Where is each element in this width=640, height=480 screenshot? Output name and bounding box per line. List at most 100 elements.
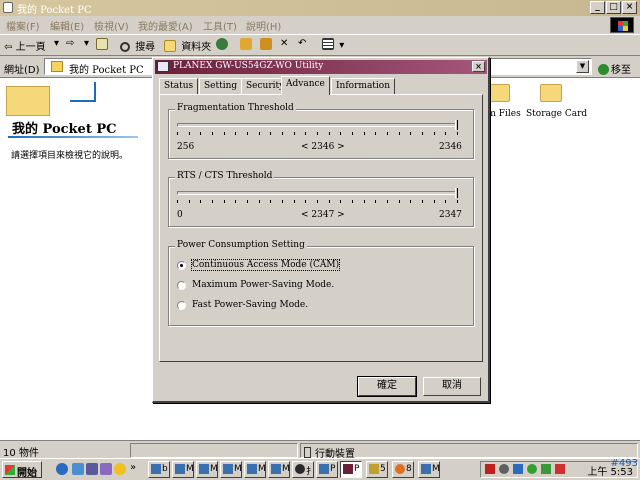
taskbar-item[interactable]: M [172, 461, 194, 478]
folders-icon [164, 40, 176, 52]
app-icon [319, 464, 329, 474]
taskbar-item-active[interactable]: P [340, 461, 362, 478]
taskbar-item[interactable]: 扌 [292, 461, 315, 478]
slider-tick [259, 200, 260, 203]
slider-tick [434, 132, 435, 135]
fragmentation-track[interactable] [177, 123, 457, 127]
slider-tick [375, 132, 376, 135]
slider-tick [177, 200, 178, 203]
window-title: 我的 Pocket PC [17, 5, 92, 16]
network-icon[interactable] [513, 464, 523, 474]
back-dropdown-button[interactable]: ▾ [54, 38, 59, 49]
slider-tick [177, 132, 178, 135]
taskbar-item-label: M [186, 464, 194, 474]
dialog-titlebar[interactable]: PLANEX GW-US54GZ-WO Utility × [155, 60, 487, 74]
address-label: 網址(D) [4, 65, 40, 76]
copy-to-icon [260, 38, 272, 50]
taskbar-item[interactable]: M [418, 461, 440, 478]
slider-tick [235, 132, 236, 135]
radio-max-power-saving-button[interactable] [177, 281, 186, 290]
folders-button[interactable]: 資料夾 [164, 38, 211, 53]
taskbar-item[interactable]: 8 [392, 461, 414, 478]
tab-status[interactable]: Status [159, 78, 199, 94]
media-icon[interactable] [100, 463, 112, 475]
tray-k-icon[interactable] [485, 464, 495, 474]
move-to-button[interactable] [240, 38, 254, 51]
undo-button[interactable]: ↶ [298, 38, 306, 49]
quick-launch-chevron[interactable]: » [130, 462, 136, 473]
taskbar-item[interactable]: P [316, 461, 338, 478]
rts-cts-slider-thumb[interactable] [455, 188, 458, 198]
pocket-pc-icon [51, 61, 63, 72]
slider-tick [457, 132, 458, 135]
outlook-icon[interactable] [72, 463, 84, 475]
menu-help[interactable]: 說明(H) [246, 18, 281, 33]
messenger-icon[interactable] [114, 463, 126, 475]
menu-tools[interactable]: 工具(T) [203, 18, 237, 33]
slider-tick [340, 132, 341, 135]
storage-card-icon[interactable] [540, 84, 562, 102]
toolbar: ⇦ 上一頁 ▾ ⇨ ▾ 搜尋 資料夾 ✕ ↶ ▾ [0, 34, 640, 56]
slider-tick [434, 200, 435, 203]
slider-tick [422, 132, 423, 135]
taskbar-item[interactable]: M [268, 461, 290, 478]
slider-tick [259, 132, 260, 135]
tray-shield-icon[interactable] [555, 464, 565, 474]
slider-tick [387, 200, 388, 203]
window-titlebar[interactable]: 我的 Pocket PC _ □ × [0, 0, 640, 16]
tab-information[interactable]: Information [331, 78, 396, 94]
taskbar-item[interactable]: b [148, 461, 170, 478]
up-folder-button[interactable] [96, 38, 110, 51]
copy-to-button[interactable] [260, 38, 274, 51]
go-button[interactable]: 移至 [598, 61, 631, 76]
title-underline [8, 136, 138, 138]
tab-setting[interactable]: Setting [199, 78, 243, 94]
views-button[interactable]: ▾ [322, 38, 344, 51]
back-button[interactable]: ⇦ 上一頁 [4, 38, 46, 53]
fragmentation-slider-thumb[interactable] [455, 120, 458, 130]
taskbar-item[interactable]: M [220, 461, 242, 478]
search-button[interactable]: 搜尋 [120, 38, 155, 53]
history-button[interactable] [216, 38, 230, 51]
folder-label-storage-card[interactable]: Storage Card [526, 109, 587, 119]
forward-button[interactable]: ⇨ [66, 38, 74, 49]
cancel-button[interactable]: 取消 [423, 377, 481, 396]
menu-file[interactable]: 檔案(F) [6, 18, 40, 33]
delete-button[interactable]: ✕ [280, 38, 288, 49]
rts-cts-track[interactable] [177, 191, 457, 195]
menu-favorites[interactable]: 我的最愛(A) [138, 18, 193, 33]
close-button[interactable]: × [622, 1, 637, 14]
taskbar-item-label: M [210, 464, 218, 474]
radio-fast-power-saving-button[interactable] [177, 301, 186, 310]
ie-icon[interactable] [56, 463, 68, 475]
desktop-icon[interactable] [86, 463, 98, 475]
status-count: 10 物件 [3, 448, 39, 459]
messenger-tray-icon[interactable] [527, 464, 537, 474]
maximize-button[interactable]: □ [606, 1, 621, 14]
forward-dropdown-button[interactable]: ▾ [84, 38, 89, 49]
radio-fast-power-saving-label: Fast Power-Saving Mode. [192, 300, 309, 310]
menu-view[interactable]: 檢視(V) [94, 18, 129, 33]
speaker-icon[interactable] [499, 464, 509, 474]
taskbar-item[interactable]: M [244, 461, 266, 478]
taskbar-item[interactable]: 5 [366, 461, 388, 478]
app-icon [271, 464, 281, 474]
taskbar-item[interactable]: M [196, 461, 218, 478]
taskbar-item-label: M [432, 464, 440, 474]
search-icon [120, 42, 130, 52]
folder-icon[interactable] [488, 84, 510, 102]
advance-panel: Fragmentation Threshold 256 < 2346 > 234… [159, 94, 483, 362]
back-arrow-icon: ⇦ [4, 42, 13, 53]
menu-bar: 檔案(F) 編輯(E) 檢視(V) 我的最愛(A) 工具(T) 說明(H) [0, 16, 640, 34]
menu-edit[interactable]: 編輯(E) [50, 18, 84, 33]
slider-tick [282, 200, 283, 203]
tray-app-icon[interactable] [541, 464, 551, 474]
address-dropdown-button[interactable]: ▼ [576, 60, 589, 73]
start-button[interactable]: 開始 [2, 461, 42, 479]
minimize-button[interactable]: _ [590, 1, 605, 14]
tab-advance[interactable]: Advance [281, 76, 330, 95]
ok-button[interactable]: 確定 [357, 376, 417, 397]
dialog-close-button[interactable]: × [472, 61, 485, 72]
radio-cam-button[interactable] [177, 261, 186, 270]
slider-tick [294, 200, 295, 203]
